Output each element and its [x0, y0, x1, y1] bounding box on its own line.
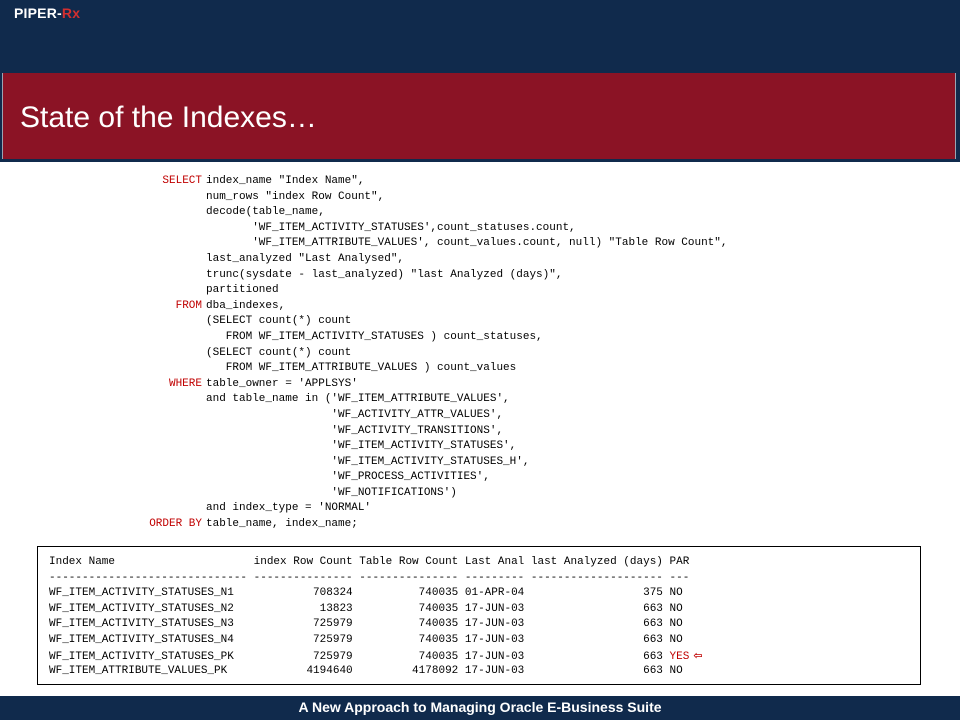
result-row: WF_ITEM_ACTIVITY_STATUSES_N3 725979 7400… — [49, 617, 703, 633]
sql-text: 'WF_ITEM_ACTIVITY_STATUSES', — [206, 440, 517, 453]
sql-text: and table_name in ('WF_ITEM_ATTRIBUTE_VA… — [206, 393, 510, 406]
sql-line: WHERE table_owner = 'APPLSYS' — [0, 377, 960, 393]
sql-keyword: WHERE — [168, 377, 202, 390]
sql-text: index_name "Index Name", — [206, 175, 365, 187]
sql-text: 'WF_ITEM_ATTRIBUTE_VALUES', count_values… — [206, 237, 728, 250]
result-row-par: NO — [669, 587, 683, 599]
sql-line: FROM WF_ITEM_ACTIVITY_STATUSES ) count_s… — [0, 330, 960, 346]
sql-line: partitioned — [0, 283, 960, 299]
left-arrow-icon: ⇦ — [693, 649, 703, 662]
result-row: WF_ITEM_ACTIVITY_STATUSES_N2 13823 74003… — [49, 602, 703, 618]
result-row-values: WF_ITEM_ACTIVITY_STATUSES_N2 13823 74003… — [49, 602, 670, 615]
sql-line: last_analyzed "Last Analysed", — [0, 252, 960, 268]
footer-text: A New Approach to Managing Oracle E-Busi… — [298, 699, 662, 715]
sql-text: 'WF_ACTIVITY_ATTR_VALUES', — [206, 408, 504, 421]
sql-line: 'WF_ITEM_ATTRIBUTE_VALUES', count_values… — [0, 236, 960, 252]
sql-text: trunc(sysdate - last_analyzed) "last Ana… — [206, 268, 563, 281]
sql-text: (SELECT count(*) count — [206, 315, 352, 328]
results-header: Index Name index Row Count Table Row Cou… — [49, 556, 690, 568]
sql-text: 'WF_NOTIFICATIONS') — [206, 486, 457, 499]
sql-line: 'WF_ACTIVITY_TRANSITIONS', — [0, 424, 960, 440]
sql-text: (SELECT count(*) count — [206, 346, 352, 359]
sql-line: FROM dba_indexes, — [0, 299, 960, 315]
sql-line: (SELECT count(*) count — [0, 346, 960, 362]
result-row: WF_ITEM_ACTIVITY_STATUSES_N1 708324 7400… — [49, 586, 703, 602]
results-separator: ------------------------------ ---------… — [49, 571, 690, 584]
result-row: WF_ITEM_ACTIVITY_STATUSES_PK 725979 7400… — [49, 648, 703, 664]
result-row: WF_ITEM_ACTIVITY_STATUSES_N4 725979 7400… — [49, 633, 703, 649]
result-row-values: WF_ITEM_ATTRIBUTE_VALUES_PK 4194640 4178… — [49, 664, 670, 677]
result-row: WF_ITEM_ATTRIBUTE_VALUES_PK 4194640 4178… — [49, 664, 703, 680]
sql-text: num_rows "index Row Count", — [206, 190, 385, 203]
brand-logo: PIPER-Rx — [14, 5, 80, 21]
sql-text: and index_type = 'NORMAL' — [206, 502, 372, 515]
sql-line: trunc(sysdate - last_analyzed) "last Ana… — [0, 268, 960, 284]
sql-line: 'WF_ITEM_ACTIVITY_STATUSES_H', — [0, 455, 960, 471]
sql-line: decode(table_name, — [0, 205, 960, 221]
sql-text: 'WF_ITEM_ACTIVITY_STATUSES_H', — [206, 455, 530, 468]
sql-text: decode(table_name, — [206, 206, 325, 219]
sql-text: table_owner = 'APPLSYS' — [206, 377, 358, 390]
sql-line: 'WF_PROCESS_ACTIVITIES', — [0, 470, 960, 486]
sql-text: FROM WF_ITEM_ACTIVITY_STATUSES ) count_s… — [206, 330, 543, 343]
sql-text: 'WF_PROCESS_ACTIVITIES', — [206, 471, 490, 484]
brand-accent: Rx — [61, 5, 81, 21]
title-box: State of the Indexes… — [2, 73, 956, 159]
result-row-par: NO — [669, 602, 683, 615]
sql-line: and table_name in ('WF_ITEM_ATTRIBUTE_VA… — [0, 392, 960, 408]
sql-keyword: ORDER BY — [149, 518, 202, 531]
result-row-par: NO — [669, 633, 683, 646]
result-row-values: WF_ITEM_ACTIVITY_STATUSES_PK 725979 7400… — [49, 651, 670, 663]
sql-text: partitioned — [206, 284, 279, 297]
sql-line: 'WF_ITEM_ACTIVITY_STATUSES', — [0, 439, 960, 455]
query-results: Index Name index Row Count Table Row Cou… — [49, 555, 703, 679]
brand-main: PIPER- — [14, 5, 62, 21]
sql-keyword: SELECT — [162, 175, 202, 187]
sql-text: last_analyzed "Last Analysed", — [206, 252, 405, 265]
sql-line: 'WF_ACTIVITY_ATTR_VALUES', — [0, 408, 960, 424]
sql-line: 'WF_NOTIFICATIONS') — [0, 486, 960, 502]
sql-line: and index_type = 'NORMAL' — [0, 501, 960, 517]
result-row-par: NO — [669, 618, 683, 630]
footer-bar: A New Approach to Managing Oracle E-Busi… — [0, 696, 960, 720]
sql-text: FROM WF_ITEM_ATTRIBUTE_VALUES ) count_va… — [206, 362, 517, 375]
result-row-values: WF_ITEM_ACTIVITY_STATUSES_N4 725979 7400… — [49, 633, 670, 646]
slide-title: State of the Indexes… — [20, 101, 317, 134]
sql-keyword: FROM — [175, 299, 202, 312]
result-row-par: YES — [669, 651, 690, 663]
sql-query: SELECT index_name "Index Name", num_rows "… — [0, 174, 960, 533]
sql-line: SELECT index_name "Index Name", — [0, 174, 960, 190]
result-row-par: NO — [669, 664, 683, 677]
sql-line: 'WF_ITEM_ACTIVITY_STATUSES',count_status… — [0, 221, 960, 237]
sql-line: ORDER BY table_name, index_name; — [0, 517, 960, 533]
query-results-box: Index Name index Row Count Table Row Cou… — [37, 546, 921, 685]
sql-line: (SELECT count(*) count — [0, 314, 960, 330]
result-row-values: WF_ITEM_ACTIVITY_STATUSES_N3 725979 7400… — [49, 618, 670, 630]
sql-line: FROM WF_ITEM_ATTRIBUTE_VALUES ) count_va… — [0, 361, 960, 377]
sql-text: dba_indexes, — [206, 299, 286, 312]
result-row-values: WF_ITEM_ACTIVITY_STATUSES_N1 708324 7400… — [49, 587, 670, 599]
sql-text: table_name, index_name; — [206, 518, 358, 531]
sql-line: num_rows "index Row Count", — [0, 190, 960, 206]
sql-text: 'WF_ACTIVITY_TRANSITIONS', — [206, 424, 504, 437]
top-banner: PIPER-Rx — [0, 0, 960, 72]
sql-text: 'WF_ITEM_ACTIVITY_STATUSES',count_status… — [206, 221, 576, 234]
